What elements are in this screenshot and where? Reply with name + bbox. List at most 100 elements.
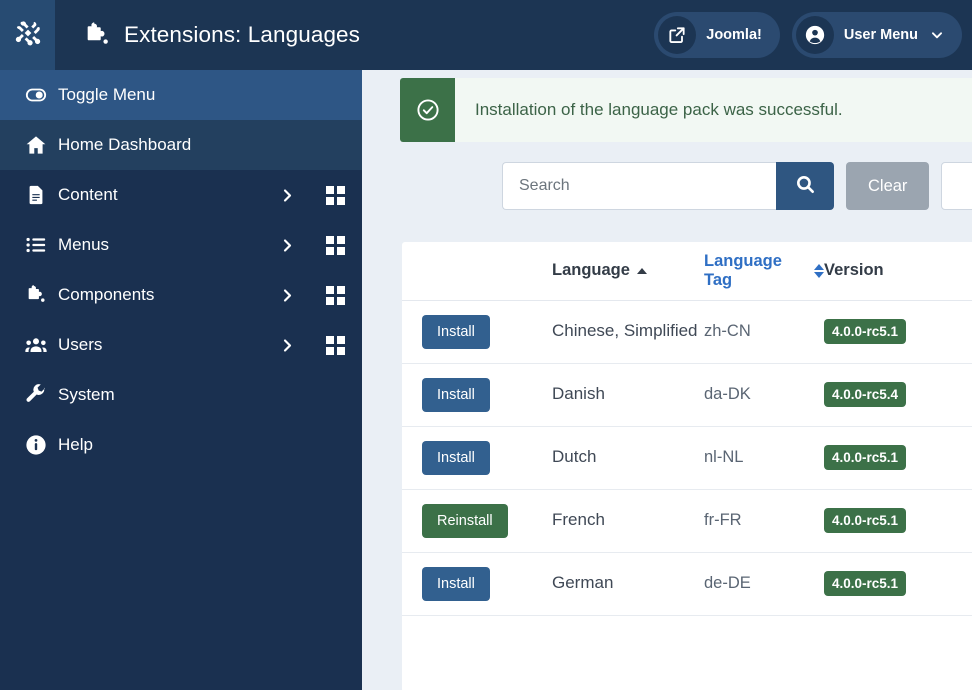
sidebar-item-components[interactable]: Components xyxy=(0,270,362,320)
cell-action: Reinstall xyxy=(402,489,552,553)
cell-language: French xyxy=(552,489,704,553)
chevron-down-icon xyxy=(930,28,944,42)
joomla-logo-button[interactable] xyxy=(0,0,55,70)
content-area: Installation of the language pack was su… xyxy=(362,70,972,690)
languages-table: Language Language Tag Version Install Ch… xyxy=(402,242,972,616)
cell-version: 4.0.0-rc5.1 xyxy=(824,426,972,490)
search-input[interactable] xyxy=(502,162,776,210)
column-header-version-label: Version xyxy=(824,261,884,280)
toggle-switch-icon xyxy=(14,84,58,106)
home-icon xyxy=(14,134,58,156)
languages-table-card: Language Language Tag Version Install Ch… xyxy=(402,242,972,690)
version-badge: 4.0.0-rc5.1 xyxy=(824,319,907,344)
cell-action: Install xyxy=(402,363,552,427)
document-icon xyxy=(14,184,58,206)
success-alert-message: Installation of the language pack was su… xyxy=(475,100,843,119)
dashboard-grid-icon[interactable] xyxy=(308,335,362,355)
language-name: Dutch xyxy=(552,447,597,467)
chevron-right-icon[interactable] xyxy=(266,188,308,203)
cell-version: 4.0.0-rc5.1 xyxy=(824,489,972,553)
version-badge: 4.0.0-rc5.4 xyxy=(824,382,907,407)
cell-language: Danish xyxy=(552,363,704,427)
sort-both-icon xyxy=(814,263,824,278)
reinstall-button[interactable]: Reinstall xyxy=(422,503,508,538)
cell-action: Install xyxy=(402,426,552,490)
list-limit-select[interactable] xyxy=(941,162,972,210)
table-row: Install Dutch nl-NL 4.0.0-rc5.1 xyxy=(402,426,972,490)
install-button[interactable]: Install xyxy=(422,314,490,349)
language-name: German xyxy=(552,573,614,593)
sidebar-item-toggle-menu[interactable]: Toggle Menu xyxy=(0,70,362,120)
version-badge: 4.0.0-rc5.1 xyxy=(824,445,907,470)
success-alert: Installation of the language pack was su… xyxy=(400,78,972,142)
cell-language-tag: nl-NL xyxy=(704,426,824,490)
sidebar-item-label: Users xyxy=(58,335,103,354)
sidebar-item-menus[interactable]: Menus xyxy=(0,220,362,270)
cell-language: Dutch xyxy=(552,426,704,490)
cell-language-tag: da-DK xyxy=(704,363,824,427)
cell-version: 4.0.0-rc5.4 xyxy=(824,363,972,427)
language-tag: da-DK xyxy=(704,385,751,403)
list-icon xyxy=(14,234,58,256)
chevron-right-icon[interactable] xyxy=(266,288,308,303)
language-name: Danish xyxy=(552,384,605,404)
sidebar-item-label: Content xyxy=(58,185,118,204)
language-name: Chinese, Simplified xyxy=(552,321,698,341)
sidebar-item-users[interactable]: Users xyxy=(0,320,362,370)
sidebar-item-label: Menus xyxy=(58,235,110,254)
language-tag: de-DE xyxy=(704,574,751,592)
column-header-language-tag[interactable]: Language Tag xyxy=(704,242,824,301)
page-title: Extensions: Languages xyxy=(124,22,361,47)
sidebar-item-system[interactable]: System xyxy=(0,370,362,420)
column-header-language[interactable]: Language xyxy=(552,242,704,301)
column-header-language-label: Language xyxy=(552,261,630,280)
chevron-right-icon[interactable] xyxy=(266,238,308,253)
external-link-icon xyxy=(658,16,697,54)
cell-language-tag: zh-CN xyxy=(704,300,824,364)
column-header-language-tag-label: Language Tag xyxy=(704,251,782,289)
sidebar-item-content[interactable]: Content xyxy=(0,170,362,220)
column-header-version[interactable]: Version xyxy=(824,242,972,301)
cell-language-tag: fr-FR xyxy=(704,489,824,553)
version-badge: 4.0.0-rc5.1 xyxy=(824,571,907,596)
language-tag: fr-FR xyxy=(704,511,742,529)
header-actions: Joomla! User Menu xyxy=(654,12,972,58)
dashboard-grid-icon[interactable] xyxy=(308,285,362,305)
column-header-action xyxy=(402,242,552,301)
sidebar-item-label: System xyxy=(58,385,115,404)
user-menu-button[interactable]: User Menu xyxy=(791,12,962,58)
search-group xyxy=(502,162,834,210)
dashboard-grid-icon[interactable] xyxy=(308,235,362,255)
install-button[interactable]: Install xyxy=(422,377,490,412)
cell-version: 4.0.0-rc5.1 xyxy=(824,552,972,616)
wrench-icon xyxy=(14,384,58,406)
user-circle-icon xyxy=(795,16,834,54)
cell-action: Install xyxy=(402,552,552,616)
filter-toolbar: Clear xyxy=(502,162,972,210)
sidebar-item-help[interactable]: Help xyxy=(0,420,362,470)
chevron-right-icon[interactable] xyxy=(266,338,308,353)
install-button[interactable]: Install xyxy=(422,440,490,475)
check-circle-icon xyxy=(400,78,455,142)
install-button[interactable]: Install xyxy=(422,566,490,601)
table-head: Language Language Tag Version xyxy=(402,242,972,301)
search-button[interactable] xyxy=(776,162,834,210)
table-body: Install Chinese, Simplified zh-CN 4.0.0-… xyxy=(402,300,972,616)
clear-button[interactable]: Clear xyxy=(846,162,930,210)
puzzle-piece-icon xyxy=(14,284,58,306)
cell-version: 4.0.0-rc5.1 xyxy=(824,300,972,364)
visit-site-button[interactable]: Joomla! xyxy=(654,12,780,58)
dashboard-grid-icon[interactable] xyxy=(308,185,362,205)
table-row: Install German de-DE 4.0.0-rc5.1 xyxy=(402,552,972,616)
cell-language: Chinese, Simplified xyxy=(552,300,704,364)
top-header: Extensions: Languages Joomla! User Menu xyxy=(0,0,972,70)
users-icon xyxy=(14,334,58,356)
joomla-logo-icon xyxy=(13,18,43,53)
puzzle-piece-icon xyxy=(83,21,111,49)
sidebar-item-label: Help xyxy=(58,435,93,454)
admin-window: Extensions: Languages Joomla! User Menu … xyxy=(0,0,972,690)
language-tag: zh-CN xyxy=(704,322,751,340)
sidebar-item-label: Components xyxy=(58,285,155,304)
sidebar-item-home-dashboard[interactable]: Home Dashboard xyxy=(0,120,362,170)
main-body: Toggle Menu Home Dashboard Content Menus… xyxy=(0,70,972,690)
